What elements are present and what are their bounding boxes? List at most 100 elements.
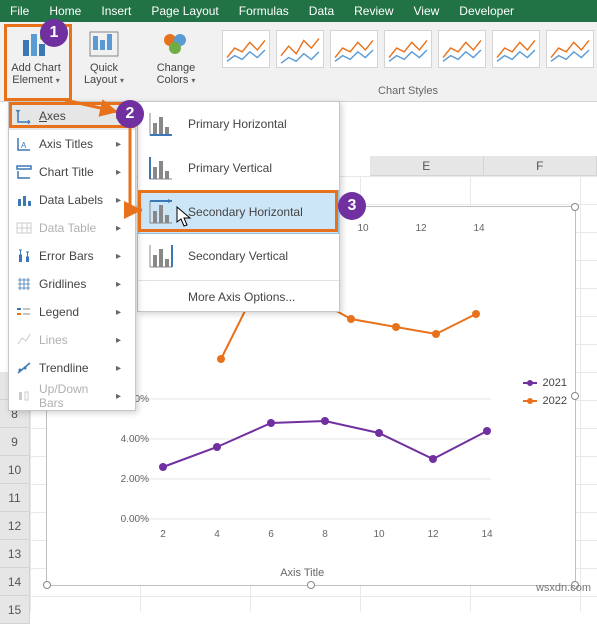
svg-text:12: 12 — [427, 529, 439, 540]
menu-gridlines[interactable]: Gridlines ▸ — [9, 270, 135, 298]
submenu-arrow-icon: ▸ — [116, 195, 121, 206]
col-header[interactable]: E — [370, 156, 484, 176]
change-colors-icon — [160, 28, 192, 60]
legend-icon — [15, 303, 33, 321]
data-table-icon — [15, 219, 33, 237]
primary-h-icon — [144, 107, 178, 141]
add-chart-element-button[interactable]: Add Chart Element ▾ — [8, 28, 64, 87]
svg-text:0.00%: 0.00% — [121, 514, 149, 525]
resize-handle[interactable] — [43, 581, 51, 589]
chart-style-thumb[interactable] — [276, 30, 324, 68]
submenu-arrow-icon: ▸ — [116, 391, 121, 402]
gridlines-icon — [15, 275, 33, 293]
chart-style-thumb[interactable] — [330, 30, 378, 68]
menu-label: Trendline — [39, 361, 116, 375]
submenu-arrow-icon: ▸ — [116, 251, 121, 262]
row-header[interactable]: 14 — [0, 568, 30, 596]
menu-label: Data Labels — [39, 193, 116, 207]
submenu-label: More Axis Options... — [188, 290, 295, 304]
tab-formulas[interactable]: Formulas — [229, 0, 299, 22]
menu-error-bars[interactable]: Error Bars ▸ — [9, 242, 135, 270]
menu-data-labels[interactable]: Data Labels ▸ — [9, 186, 135, 214]
change-colors-button[interactable]: Change Colors ▾ — [148, 28, 204, 87]
tab-data[interactable]: Data — [299, 0, 344, 22]
submenu-primary-horizontal[interactable]: Primary Horizontal — [138, 102, 339, 146]
secondary-v-icon — [144, 239, 178, 273]
chart-style-thumb[interactable] — [438, 30, 486, 68]
col-header[interactable]: F — [484, 156, 597, 176]
quick-layout-label: Quick Layout — [84, 62, 118, 86]
row-header[interactable]: 12 — [0, 512, 30, 540]
series-2021[interactable] — [159, 417, 491, 471]
menu-axes[interactable]: Axes ▸ — [9, 102, 135, 130]
tab-developer[interactable]: Developer — [449, 0, 524, 22]
axes-submenu: Primary Horizontal Primary Vertical Seco… — [137, 101, 340, 312]
svg-text:14: 14 — [481, 529, 493, 540]
menu-label: Up/Down Bars — [39, 382, 116, 410]
menu-trendline[interactable]: Trendline ▸ — [9, 354, 135, 382]
submenu-label: Secondary Horizontal — [188, 205, 303, 219]
legend-label: 2022 — [543, 395, 567, 407]
submenu-arrow-icon: ▸ — [116, 139, 121, 150]
legend-label: 2021 — [543, 377, 567, 389]
svg-text:2: 2 — [160, 529, 166, 540]
tab-review[interactable]: Review — [344, 0, 403, 22]
quick-layout-button[interactable]: Quick Layout ▾ — [76, 28, 132, 87]
submenu-arrow-icon: ▸ — [116, 335, 121, 346]
menu-axis-titles[interactable]: A Axis Titles ▸ — [9, 130, 135, 158]
menu-legend[interactable]: Legend ▸ — [9, 298, 135, 326]
chart-style-thumb[interactable] — [492, 30, 540, 68]
row-header[interactable]: 11 — [0, 484, 30, 512]
tab-view[interactable]: View — [404, 0, 450, 22]
data-labels-icon — [15, 191, 33, 209]
resize-handle[interactable] — [571, 203, 579, 211]
submenu-arrow-icon: ▸ — [116, 363, 121, 374]
secondary-h-icon — [144, 195, 178, 229]
trendline-icon — [15, 359, 33, 377]
chart-legend[interactable]: 2021 2022 — [523, 377, 567, 413]
submenu-arrow-icon: ▸ — [116, 223, 121, 234]
submenu-more-options[interactable]: More Axis Options... — [138, 283, 339, 311]
tab-file[interactable]: File — [0, 0, 39, 22]
axes-icon — [15, 107, 33, 125]
submenu-secondary-vertical[interactable]: Secondary Vertical — [138, 234, 339, 278]
chart-style-thumb[interactable] — [384, 30, 432, 68]
resize-handle[interactable] — [307, 581, 315, 589]
submenu-label: Primary Horizontal — [188, 117, 287, 131]
chart-style-thumb[interactable] — [222, 30, 270, 68]
axis-titles-icon: A — [15, 135, 33, 153]
row-header[interactable]: 10 — [0, 456, 30, 484]
ribbon: Add Chart Element ▾ Quick Layout ▾ Chang… — [0, 22, 597, 102]
tab-insert[interactable]: Insert — [91, 0, 141, 22]
submenu-primary-vertical[interactable]: Primary Vertical — [138, 146, 339, 190]
updown-icon — [15, 387, 33, 405]
row-header[interactable]: 9 — [0, 428, 30, 456]
submenu-label: Secondary Vertical — [188, 249, 288, 263]
row-header[interactable]: 13 — [0, 540, 30, 568]
row-header[interactable]: 15 — [0, 596, 30, 624]
svg-text:10: 10 — [357, 223, 369, 234]
submenu-secondary-horizontal[interactable]: Secondary Horizontal — [138, 190, 339, 234]
svg-text:2.00%: 2.00% — [121, 474, 149, 485]
svg-text:10: 10 — [373, 529, 385, 540]
watermark: wsxdn.com — [536, 582, 591, 594]
tab-page-layout[interactable]: Page Layout — [141, 0, 228, 22]
svg-text:4.00%: 4.00% — [121, 434, 149, 445]
error-bars-icon — [15, 247, 33, 265]
change-colors-label: Change Colors — [157, 62, 196, 86]
svg-text:12: 12 — [415, 223, 427, 234]
resize-handle[interactable] — [571, 392, 579, 400]
menu-chart-title[interactable]: Chart Title ▸ — [9, 158, 135, 186]
chart-styles-label: Chart Styles — [216, 82, 597, 101]
svg-text:4: 4 — [214, 529, 220, 540]
menu-label: Lines — [39, 333, 116, 347]
chart-style-thumb[interactable] — [546, 30, 594, 68]
primary-x-axis: 246 8101214 — [160, 529, 493, 540]
svg-text:6: 6 — [268, 529, 274, 540]
menu-data-table: Data Table ▸ — [9, 214, 135, 242]
tab-home[interactable]: Home — [39, 0, 91, 22]
menu-label: Axis Titles — [39, 137, 116, 151]
x-axis-title[interactable]: Axis Title — [280, 567, 324, 579]
dropdown-arrow-icon: ▾ — [191, 76, 195, 85]
svg-text:A: A — [21, 141, 27, 150]
